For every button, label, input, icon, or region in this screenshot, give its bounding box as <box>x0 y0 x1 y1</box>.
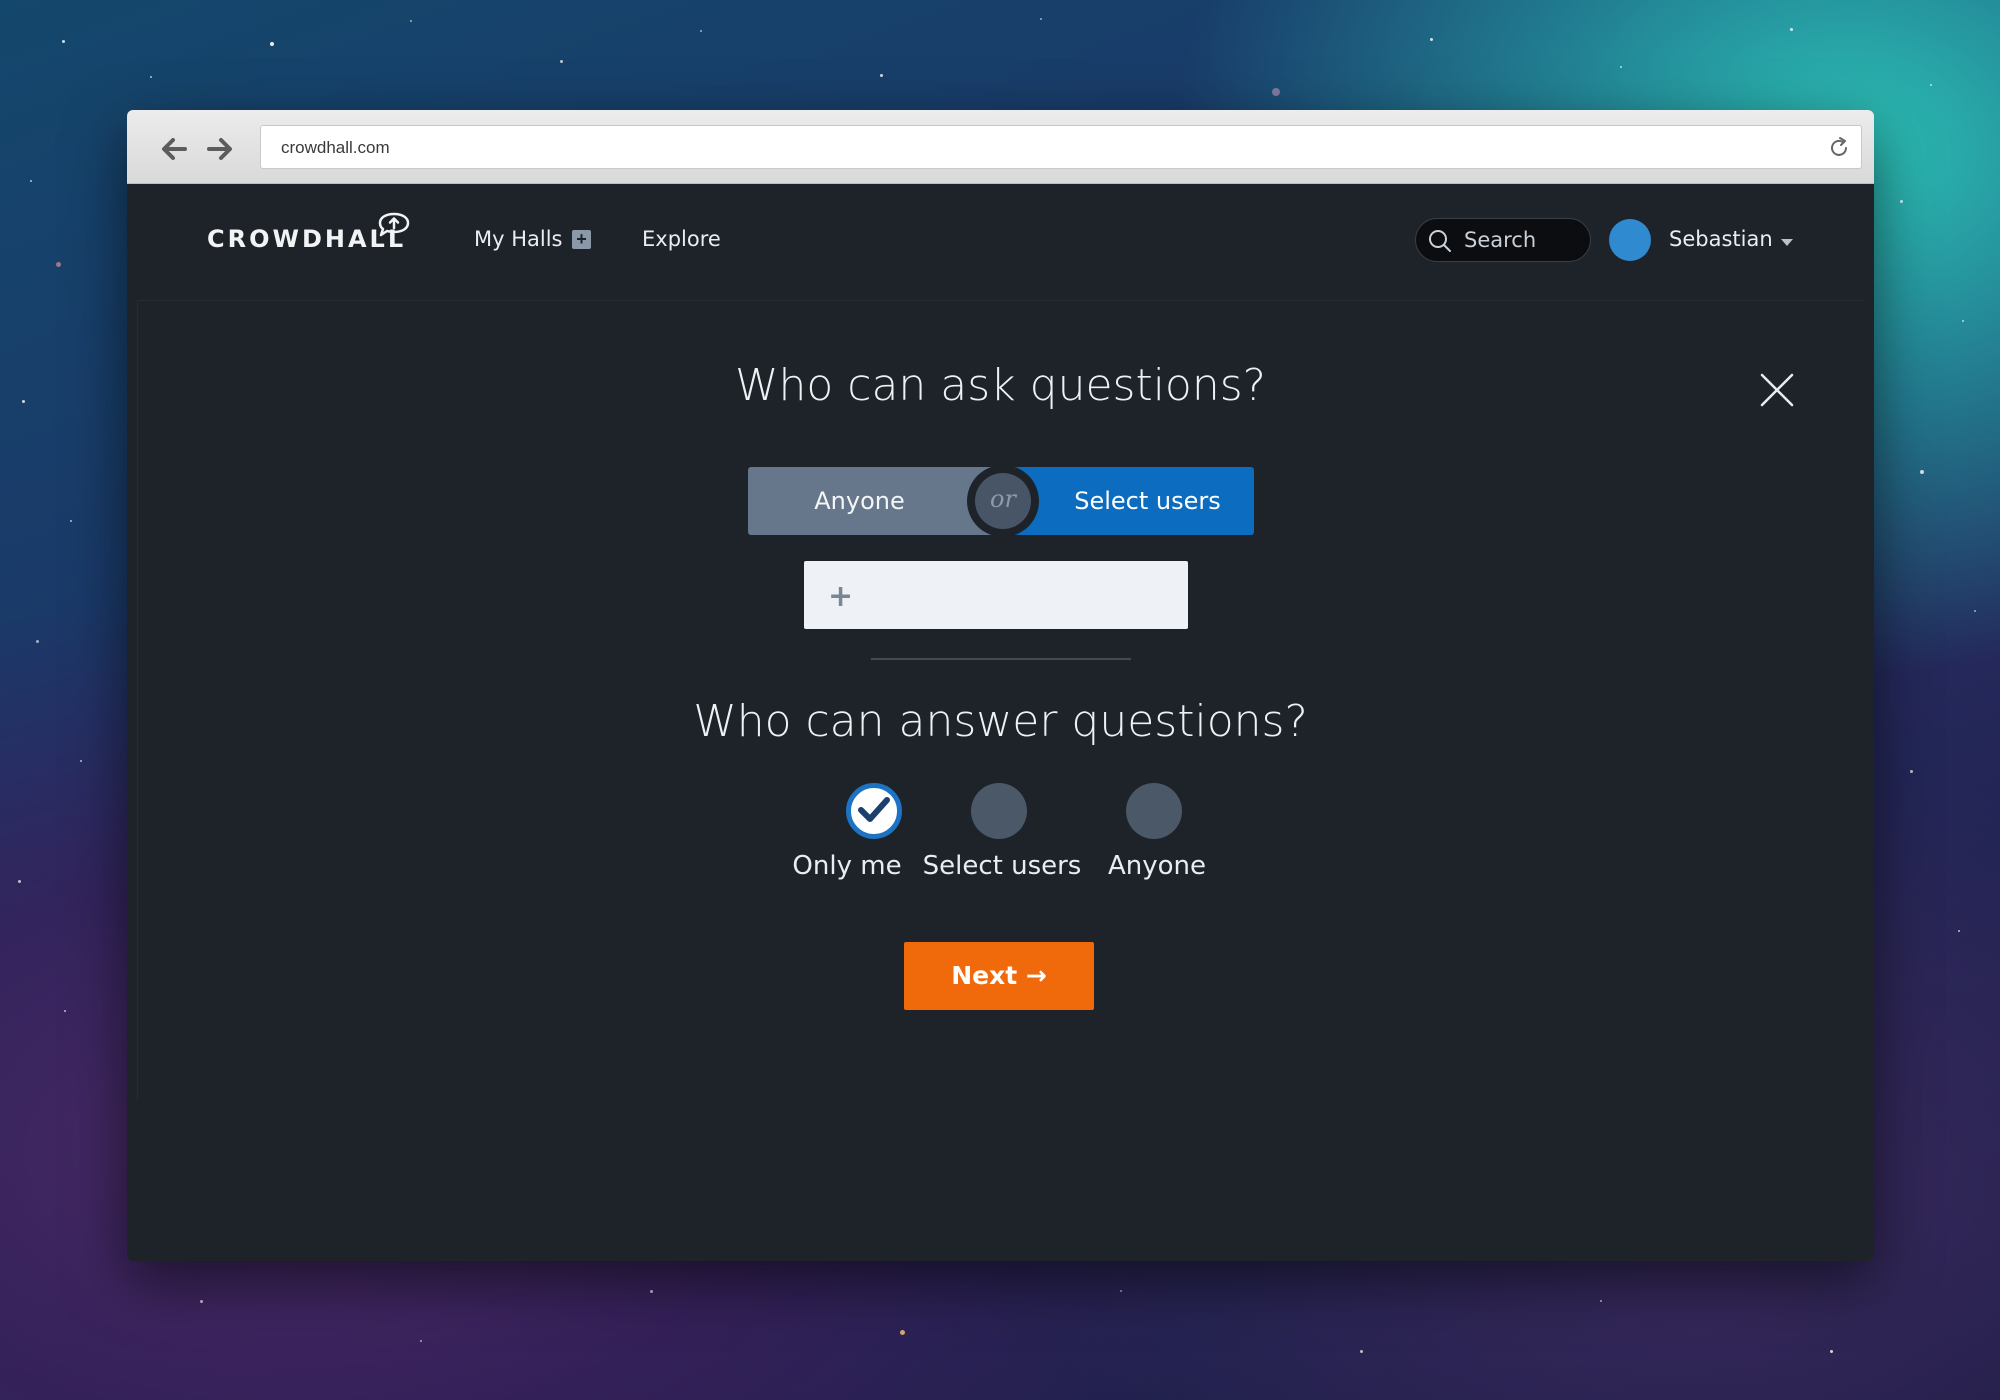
reload-icon[interactable] <box>1827 136 1851 160</box>
plus-icon[interactable]: + <box>828 579 853 614</box>
speech-bubble-arrow-icon <box>378 212 410 237</box>
url-text: crowdhall.com <box>281 138 390 157</box>
search-input[interactable]: Search <box>1415 218 1591 262</box>
answer-heading: Who can answer questions? <box>693 696 1308 747</box>
ask-option-anyone[interactable]: Anyone <box>748 467 1001 535</box>
radio-select-users[interactable] <box>971 783 1027 839</box>
address-bar[interactable]: crowdhall.com <box>260 125 1862 169</box>
section-divider <box>871 658 1131 660</box>
add-hall-icon[interactable]: + <box>572 230 591 249</box>
search-icon <box>1429 230 1451 252</box>
app-header: CROWDHALL My Halls + Explore Search Seba… <box>127 183 1874 301</box>
or-label: or <box>975 473 1031 529</box>
radio-anyone[interactable] <box>1126 783 1182 839</box>
search-placeholder: Search <box>1464 228 1537 252</box>
ask-permission-toggle: Anyone Select users or <box>748 465 1254 537</box>
forward-arrow-icon[interactable] <box>203 132 237 166</box>
next-button[interactable]: Next → <box>904 942 1094 1010</box>
checkmark-icon <box>858 797 890 822</box>
header-divider <box>137 300 1864 301</box>
user-name[interactable]: Sebastian <box>1669 227 1773 251</box>
browser-toolbar: crowdhall.com <box>127 110 1874 184</box>
avatar[interactable] <box>1609 219 1651 261</box>
radio-label-anyone[interactable]: Anyone <box>1057 851 1257 881</box>
chevron-down-icon[interactable] <box>1781 239 1793 246</box>
ask-heading: Who can ask questions? <box>734 360 1267 411</box>
back-arrow-icon[interactable] <box>157 132 191 166</box>
add-user-field[interactable]: + <box>804 561 1188 629</box>
nav-my-halls[interactable]: My Halls <box>474 227 563 251</box>
or-separator: or <box>967 465 1039 537</box>
radio-only-me[interactable] <box>846 783 902 839</box>
browser-window: crowdhall.com CROWDHALL My Halls + Explo… <box>127 110 1874 1261</box>
close-icon[interactable] <box>1759 372 1795 408</box>
nav-explore[interactable]: Explore <box>642 227 721 251</box>
